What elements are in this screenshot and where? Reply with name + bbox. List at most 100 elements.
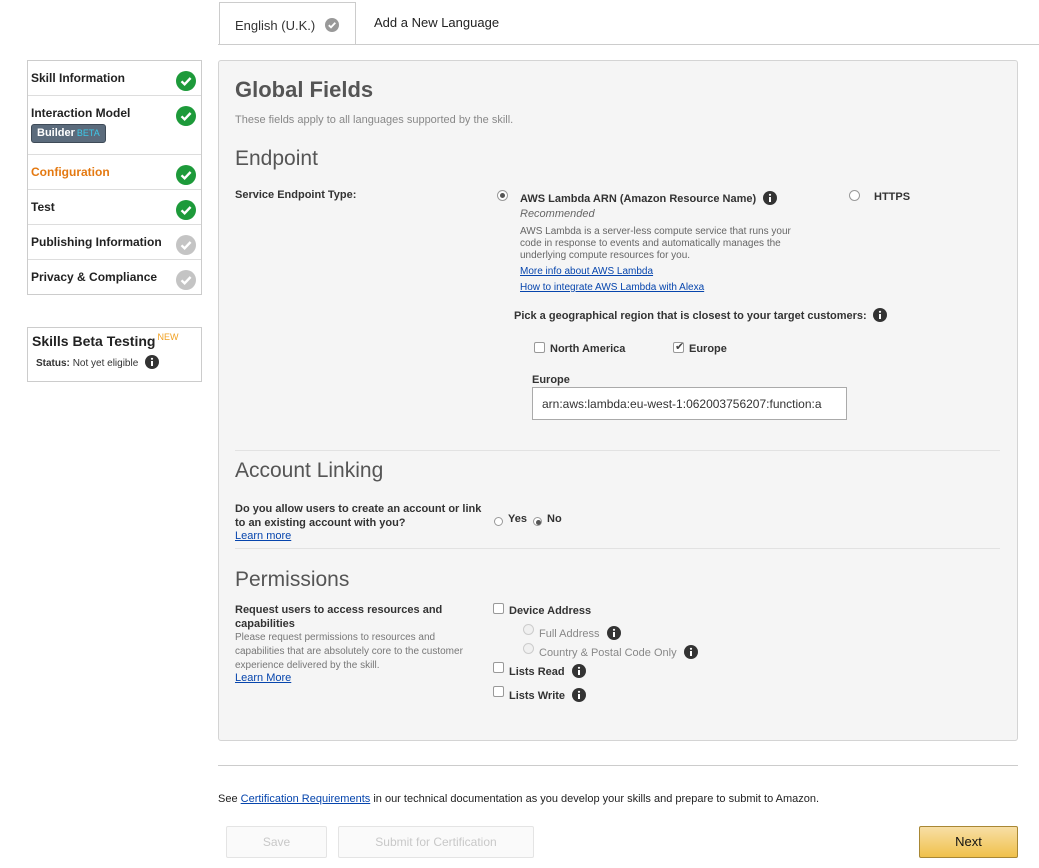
account-linking-yes-label: Yes [508,513,527,525]
sidebar-item-interaction-model[interactable]: Interaction Model Builder BETA [28,96,201,155]
lists-write-label: Lists Write [509,688,587,705]
lambda-option-label[interactable]: AWS Lambda ARN (Amazon Resource Name) [520,191,778,208]
lists-read-checkbox[interactable] [493,661,504,675]
tabs-divider [218,44,1039,45]
north-america-label: North America [550,343,626,355]
device-address-label: Device Address [509,605,592,617]
country-postal-radio[interactable] [523,642,534,656]
certification-requirements-link[interactable]: Certification Requirements [241,793,371,805]
lists-read-label: Lists Read [509,664,586,681]
permissions-learn-more-text[interactable]: Learn More [235,672,291,684]
region-prompt: Pick a geographical region that is close… [514,308,887,325]
sidebar-item-privacy-compliance[interactable]: Privacy & Compliance [28,260,201,294]
full-address-radio[interactable] [523,623,534,637]
section-divider [235,450,1000,451]
sidebar-item-label: Publishing Information [31,235,162,249]
configuration-panel: Global Fields These fields apply to all … [218,60,1018,741]
europe-checkbox[interactable] [673,340,684,355]
submit-certification-button[interactable]: Submit for Certification [338,826,534,858]
check-circle-icon [176,106,196,129]
beta-testing-title-text: Skills Beta Testing [32,333,156,349]
device-address-checkbox[interactable] [493,602,504,616]
north-america-checkbox[interactable] [534,341,545,355]
country-postal-label: Country & Postal Code Only [539,645,698,662]
check-circle-icon [176,200,196,223]
beta-testing-title: Skills Beta Testing NEW [32,332,197,349]
permissions-heading: Permissions [235,568,350,591]
country-postal-text: Country & Postal Code Only [539,647,677,659]
more-info-lambda-link[interactable]: More info about AWS Lambda [520,266,653,277]
permissions-description: Please request permissions to resources … [235,632,463,671]
footer-rest-text: in our technical documentation as you de… [373,793,820,805]
beta-status: Status: Not yet eligible [32,355,197,372]
footer-divider [218,765,1018,766]
section-divider [235,548,1000,549]
beta-status-label: Status: [36,358,70,369]
sidebar-item-label: Skill Information [31,71,126,85]
builder-beta-badge[interactable]: Builder BETA [31,124,106,143]
endpoint-heading: Endpoint [235,147,318,170]
sidebar-item-skill-information[interactable]: Skill Information [28,61,201,96]
lists-read-text: Lists Read [509,666,565,678]
builder-badge-label: Builder [37,127,75,139]
account-linking-yes-radio[interactable] [494,514,503,528]
sidebar-item-configuration[interactable]: Configuration [28,155,201,190]
info-icon[interactable] [606,626,621,643]
next-button[interactable]: Next [919,826,1018,858]
footer-see-text: See [218,793,238,805]
account-linking-no-label: No [547,513,562,525]
sidebar-item-test[interactable]: Test [28,190,201,225]
tab-english-uk[interactable]: English (U.K.) [219,2,356,45]
global-fields-subtitle: These fields apply to all languages supp… [235,114,514,126]
info-icon[interactable] [872,308,887,325]
permissions-title: Request users to access resources and ca… [235,604,443,630]
save-button[interactable]: Save [226,826,327,858]
region-prompt-text: Pick a geographical region that is close… [514,310,867,322]
check-circle-icon [324,18,339,35]
footer-note: See Certification Requirements in our te… [218,793,819,805]
sidebar-item-label: Configuration [31,165,110,179]
account-linking-learn-more-link[interactable]: Learn more [235,530,291,542]
beta-badge-label: BETA [76,128,100,138]
integrate-lambda-link[interactable]: How to integrate AWS Lambda with Alexa [520,282,704,293]
permissions-learn-more-link[interactable]: Learn More [235,672,291,684]
tab-add-language[interactable]: Add a New Language [374,15,499,30]
beta-status-value: Not yet eligible [72,358,139,369]
account-linking-no-radio[interactable] [533,514,542,528]
info-icon[interactable] [763,191,778,208]
https-option-label: HTTPS [874,191,911,203]
https-radio[interactable] [849,189,860,203]
check-circle-grey-icon [176,270,196,293]
full-address-text: Full Address [539,628,600,640]
lambda-option-text: AWS Lambda ARN (Amazon Resource Name) [520,193,757,205]
tab-english-uk-label: English (U.K.) [235,18,316,33]
service-endpoint-type-label: Service Endpoint Type: [235,189,357,201]
page-title: Global Fields [235,77,374,102]
sidebar-item-label: Privacy & Compliance [31,270,158,284]
skills-beta-testing-box[interactable]: Skills Beta Testing NEW Status: Not yet e… [27,327,202,382]
check-circle-icon [176,71,196,94]
account-linking-question: Do you allow users to create an account … [235,503,482,529]
account-linking-learn-more-text[interactable]: Learn more [235,530,291,542]
info-icon[interactable] [571,664,586,681]
lists-write-text: Lists Write [509,690,566,702]
new-badge: NEW [157,332,179,342]
info-icon[interactable] [683,645,698,662]
check-circle-grey-icon [176,235,196,258]
full-address-label: Full Address [539,626,621,643]
sidebar-nav: Skill Information Interaction Model Buil… [27,60,202,295]
integrate-lambda-link-text[interactable]: How to integrate AWS Lambda with Alexa [520,282,704,293]
info-icon[interactable] [145,355,160,372]
sidebar-item-label: Test [31,200,55,214]
europe-arn-input[interactable] [532,387,847,420]
europe-label: Europe [689,343,727,355]
lists-write-checkbox[interactable] [493,685,504,699]
info-icon[interactable] [572,688,587,705]
lambda-radio[interactable] [497,189,508,203]
check-circle-icon [176,165,196,188]
sidebar-item-label: Interaction Model [31,106,131,120]
sidebar-item-publishing-information[interactable]: Publishing Information [28,225,201,260]
lambda-description: AWS Lambda is a server-less compute serv… [520,226,791,261]
recommended-label: Recommended [520,208,595,220]
more-info-lambda-link-text[interactable]: More info about AWS Lambda [520,266,653,277]
